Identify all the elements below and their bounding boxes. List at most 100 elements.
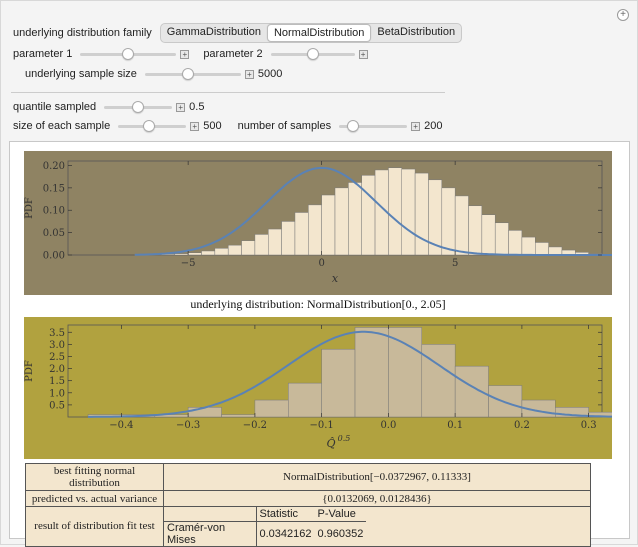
family-selector: GammaDistribution NormalDistribution Bet… (160, 23, 462, 43)
histogram-bar (422, 344, 455, 417)
fit-test-label: result of distribution fit test (26, 507, 164, 547)
y-tick-label: 2.0 (49, 364, 65, 375)
quantile-value: 0.5 (189, 101, 204, 113)
table-row: result of distribution fit test Statisti… (26, 507, 591, 547)
x-axis-label-superscript: 0.5 (338, 434, 351, 443)
each-sample-slider-knob[interactable] (143, 120, 155, 132)
quantile-plus-icon[interactable]: + (176, 103, 185, 112)
quantile-distribution-chart: −0.4−0.3−0.2−0.10.00.10.20.30.51.01.52.0… (24, 317, 612, 459)
histogram-bar (362, 175, 375, 255)
y-axis-label: PDF (24, 360, 35, 382)
histogram-bar (355, 327, 388, 417)
options-plus-icon[interactable]: + (617, 9, 629, 21)
test-name: Cramér-von Mises (164, 521, 256, 546)
x-axis-label: x (332, 272, 339, 285)
param2-label: parameter 2 (203, 48, 262, 60)
family-normal-button[interactable]: NormalDistribution (267, 24, 371, 42)
num-samples-slider-knob[interactable] (347, 120, 359, 132)
y-tick-label: 0.05 (43, 228, 65, 239)
variance-value: {0.0132069, 0.0128436} (164, 491, 591, 507)
num-samples-value: 200 (424, 120, 442, 132)
pvalue-header: P-Value (315, 507, 367, 521)
y-tick-label: 0.20 (43, 161, 65, 172)
underlying-distribution-chart: −5050.000.050.100.150.20PDFx (24, 151, 612, 295)
y-tick-label: 0.00 (43, 251, 65, 262)
sample-size-value: 5000 (258, 68, 282, 80)
family-row: underlying distribution family GammaDist… (13, 24, 462, 42)
x-tick-label: 0 (318, 258, 324, 269)
param2-plus-icon[interactable]: + (359, 50, 368, 59)
family-label: underlying distribution family (13, 27, 152, 39)
histogram-bar (202, 251, 215, 255)
results-table: best fitting normal distribution NormalD… (25, 463, 591, 547)
table-row: best fitting normal distribution NormalD… (26, 464, 591, 491)
param1-label: parameter 1 (13, 48, 72, 60)
histogram-bar (255, 400, 288, 417)
parameters-row: parameter 1 + parameter 2 + (13, 45, 372, 63)
num-samples-slider[interactable] (339, 120, 407, 132)
samples-row: size of each sample + 500 number of samp… (13, 117, 442, 135)
family-beta-button[interactable]: BetaDistribution (371, 24, 461, 42)
histogram-bar (188, 253, 201, 255)
num-samples-label: number of samples (238, 120, 332, 132)
histogram-bar (282, 221, 295, 255)
sample-size-plus-icon[interactable]: + (245, 70, 254, 79)
histogram-bar (495, 223, 508, 255)
table-row: predicted vs. actual variance {0.0132069… (26, 491, 591, 507)
histogram-bar (322, 195, 335, 255)
best-fit-value: NormalDistribution[−0.0372967, 0.11333] (164, 464, 591, 491)
histogram-bar (228, 245, 241, 255)
y-tick-label: 0.5 (49, 400, 65, 411)
histogram-bar (288, 383, 321, 417)
quantile-slider[interactable] (104, 101, 172, 113)
x-tick-label: 5 (452, 258, 458, 269)
statistic-header: Statistic (256, 507, 315, 521)
histogram-bar (522, 237, 535, 255)
y-tick-label: 3.0 (49, 340, 65, 351)
best-fit-label: best fitting normal distribution (26, 464, 164, 491)
param2-slider-knob[interactable] (307, 48, 319, 60)
histogram-bar (322, 349, 355, 417)
statistic-value: 0.0342162 (256, 521, 315, 546)
histogram-bar (455, 196, 468, 255)
histogram-bar (308, 205, 321, 255)
manipulate-panel: + underlying distribution family GammaDi… (0, 0, 638, 545)
sample-size-row: underlying sample size + 5000 (25, 65, 282, 83)
y-tick-label: 3.5 (49, 328, 65, 339)
histogram-bar (469, 206, 482, 255)
each-sample-slider[interactable] (118, 120, 186, 132)
histogram-bar (535, 242, 548, 255)
y-tick-label: 2.5 (49, 352, 65, 363)
x-tick-label: −0.2 (243, 420, 267, 431)
histogram-bar (215, 248, 228, 255)
sample-size-slider-knob[interactable] (182, 68, 194, 80)
x-tick-label: −0.1 (310, 420, 334, 431)
sample-size-label: underlying sample size (25, 68, 137, 80)
histogram-bar (188, 407, 221, 417)
num-samples-plus-icon[interactable]: + (411, 122, 420, 131)
y-axis-label: PDF (24, 197, 35, 219)
quantile-row: quantile sampled + 0.5 (13, 98, 204, 116)
histogram-bar (348, 182, 361, 255)
param2-slider[interactable] (271, 48, 355, 60)
param1-slider[interactable] (80, 48, 176, 60)
y-tick-label: 0.15 (43, 183, 65, 194)
histogram-bar (402, 169, 415, 255)
histogram-bar (415, 173, 428, 255)
param1-slider-knob[interactable] (122, 48, 134, 60)
histogram-bar (442, 188, 455, 255)
x-tick-label: −0.3 (176, 420, 200, 431)
sample-size-slider[interactable] (145, 68, 241, 80)
y-tick-label: 1.0 (49, 388, 65, 399)
quantile-slider-knob[interactable] (132, 101, 144, 113)
param1-plus-icon[interactable]: + (180, 50, 189, 59)
controls-divider (11, 92, 445, 93)
underlying-distribution-caption: underlying distribution: NormalDistribut… (24, 297, 612, 312)
histogram-bar (268, 229, 281, 255)
histogram-bar (175, 254, 188, 255)
histogram-bar (388, 327, 421, 417)
family-gamma-button[interactable]: GammaDistribution (161, 24, 267, 42)
fit-test-table: Statistic P-Value Cramér-von Mises 0.034… (164, 507, 366, 546)
each-sample-plus-icon[interactable]: + (190, 122, 199, 131)
each-sample-value: 500 (203, 120, 221, 132)
